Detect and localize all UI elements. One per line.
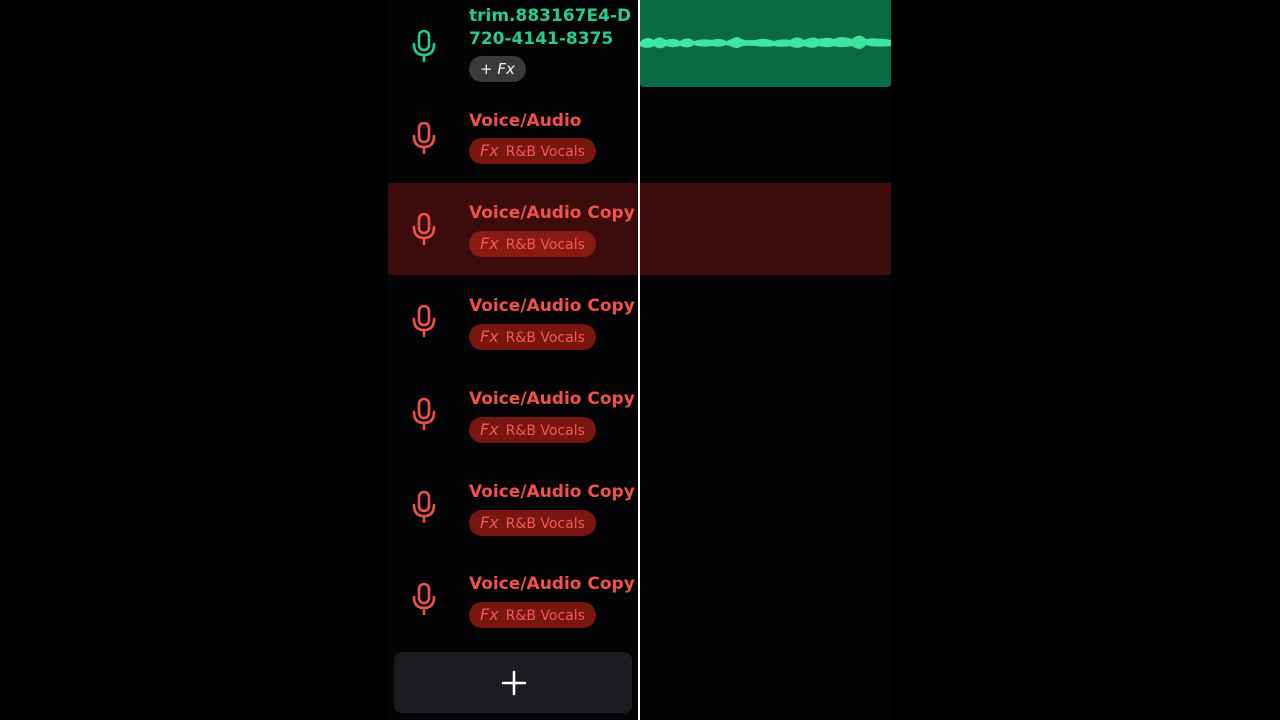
plus-icon (501, 670, 527, 696)
fx-preset-name: R&B Vocals (505, 423, 585, 439)
fx-tag: Fx (480, 327, 499, 346)
track-name[interactable]: Voice/Audio Copy (469, 481, 637, 504)
fx-tag: Fx (480, 605, 499, 624)
track-name[interactable]: Voice/Audio Copy (469, 202, 637, 225)
audio-clip[interactable] (640, 0, 891, 87)
track-name[interactable]: trim.883167E4-D720-4141-8375-… (469, 5, 637, 51)
microphone-icon (412, 583, 436, 615)
fx-preset-name: R&B Vocals (505, 237, 585, 253)
fx-tag: Fx (480, 234, 499, 253)
track-name[interactable]: Voice/Audio Copy (469, 295, 637, 318)
microphone-icon (412, 305, 436, 337)
fx-preset-chip[interactable]: Fx R&B Vocals (469, 324, 596, 350)
fx-preset-name: R&B Vocals (505, 608, 585, 624)
track-row-voice-audio-copy[interactable]: Voice/Audio Copy Fx R&B Vocals (388, 275, 638, 367)
waveform (640, 35, 891, 49)
add-fx-button[interactable]: + Fx (469, 56, 526, 82)
playhead[interactable] (638, 0, 640, 720)
track-row-voice-audio-copy[interactable]: Voice/Audio Copy Fx R&B Vocals (388, 553, 638, 645)
track-row-voice-audio-copy[interactable]: Voice/Audio Copy Fx R&B Vocals (388, 368, 638, 460)
track-row-voice-audio-copy[interactable]: Voice/Audio Copy Fx R&B Vocals (388, 461, 638, 553)
multitrack-editor: trim.883167E4-D720-4141-8375-… + Fx Voic… (388, 0, 891, 720)
microphone-icon (412, 491, 436, 523)
fx-tag: Fx (480, 420, 499, 439)
fx-preset-name: R&B Vocals (505, 144, 585, 160)
timeline-row-selected[interactable] (638, 183, 891, 275)
track-name[interactable]: Voice/Audio (469, 110, 637, 133)
fx-preset-chip[interactable]: Fx R&B Vocals (469, 417, 596, 443)
add-track-button[interactable] (394, 652, 632, 713)
track-list: trim.883167E4-D720-4141-8375-… + Fx Voic… (388, 0, 638, 720)
track-row-voice-audio-copy-selected[interactable]: Voice/Audio Copy Fx R&B Vocals (388, 183, 638, 275)
track-row-imported-audio[interactable]: trim.883167E4-D720-4141-8375-… + Fx (388, 0, 638, 92)
microphone-icon (412, 30, 436, 62)
fx-preset-chip[interactable]: Fx R&B Vocals (469, 231, 596, 257)
microphone-icon (412, 122, 436, 154)
fx-preset-name: R&B Vocals (505, 330, 585, 346)
microphone-icon (412, 398, 436, 430)
fx-preset-chip[interactable]: Fx R&B Vocals (469, 602, 596, 628)
fx-preset-name: R&B Vocals (505, 516, 585, 532)
fx-preset-chip[interactable]: Fx R&B Vocals (469, 138, 596, 164)
track-row-voice-audio[interactable]: Voice/Audio Fx R&B Vocals (388, 92, 638, 184)
track-name[interactable]: Voice/Audio Copy (469, 388, 637, 411)
microphone-icon (412, 213, 436, 245)
fx-tag: Fx (480, 513, 499, 532)
fx-preset-chip[interactable]: Fx R&B Vocals (469, 510, 596, 536)
fx-tag: Fx (480, 141, 499, 160)
track-name[interactable]: Voice/Audio Copy (469, 573, 637, 596)
timeline[interactable] (638, 0, 891, 720)
